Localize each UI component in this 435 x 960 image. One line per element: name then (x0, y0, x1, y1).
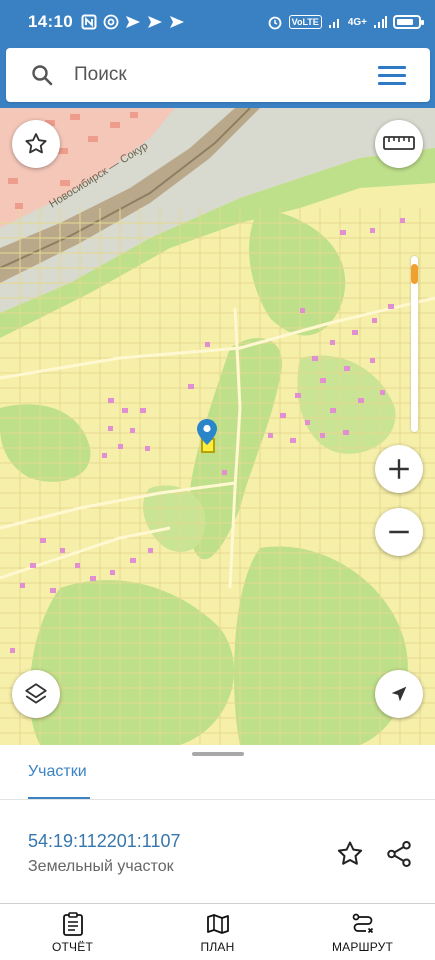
plus-icon (389, 459, 409, 479)
clipboard-icon (62, 912, 83, 936)
map-view[interactable]: Новосибирск — Сокур (0, 108, 435, 745)
send-icon (147, 16, 162, 28)
search-bar[interactable] (6, 48, 430, 102)
signal-icon (328, 19, 339, 28)
search-icon[interactable] (30, 63, 70, 87)
volte-badge: VoLTE (288, 15, 322, 29)
nfc-icon (81, 14, 97, 30)
my-location-button[interactable] (375, 670, 423, 718)
parcel-info-sheet[interactable]: Участки 54:19:112201:1107 Земельный учас… (0, 745, 435, 903)
parcel-type-label: Земельный участок (28, 858, 174, 875)
status-notification-icons (81, 14, 185, 30)
nav-plan[interactable]: ПЛАН (145, 904, 290, 960)
search-input[interactable] (74, 64, 354, 86)
divider (0, 799, 435, 800)
status-time: 14:10 (28, 12, 73, 31)
alarm-icon (268, 16, 282, 30)
status-system-icons: VoLTE 4G+ (267, 14, 424, 30)
send-icon (125, 16, 140, 28)
zoom-out-button[interactable] (375, 508, 423, 556)
cadastral-number-link[interactable]: 54:19:112201:1107 (28, 831, 180, 852)
search-header (0, 44, 435, 108)
location-pin-icon[interactable] (197, 419, 217, 450)
nav-route-label: МАРШРУТ (331, 940, 394, 954)
map-canvas[interactable]: Новосибирск — Сокур (0, 108, 435, 745)
minus-icon (389, 530, 409, 534)
share-button[interactable] (383, 838, 415, 870)
bottom-navigation: ОТЧЁТ ПЛАН МАРШРУТ (0, 903, 435, 960)
share-icon (387, 841, 411, 867)
nav-route[interactable]: МАРШРУТ (290, 904, 435, 960)
menu-icon[interactable] (378, 65, 406, 85)
layers-icon (25, 683, 47, 704)
tab-parcels[interactable]: Участки (28, 763, 87, 781)
battery-icon (393, 15, 424, 29)
measure-button[interactable] (375, 120, 423, 168)
nav-report-label: ОТЧЁТ (51, 940, 93, 954)
star-icon (337, 841, 363, 865)
layers-button[interactable] (12, 670, 60, 718)
status-bar: 14:10 VoLTE 4G+ (0, 0, 435, 44)
sheet-drag-handle[interactable] (192, 752, 244, 756)
zoom-in-button[interactable] (375, 445, 423, 493)
zoom-slider-knob[interactable] (411, 264, 418, 284)
route-icon (352, 913, 373, 934)
map-icon (206, 914, 229, 934)
signal-icon (374, 16, 387, 28)
navigation-arrow-icon (391, 686, 407, 702)
at-icon (103, 14, 119, 30)
add-favorite-button[interactable] (334, 838, 366, 870)
favorites-button[interactable] (12, 120, 60, 168)
nav-report[interactable]: ОТЧЁТ (0, 904, 145, 960)
network-type-label: 4G+ (347, 16, 367, 28)
zoom-slider[interactable] (411, 256, 418, 432)
star-icon (25, 133, 47, 154)
ruler-icon (383, 136, 415, 150)
nav-plan-label: ПЛАН (200, 940, 235, 954)
send-icon (169, 16, 184, 28)
